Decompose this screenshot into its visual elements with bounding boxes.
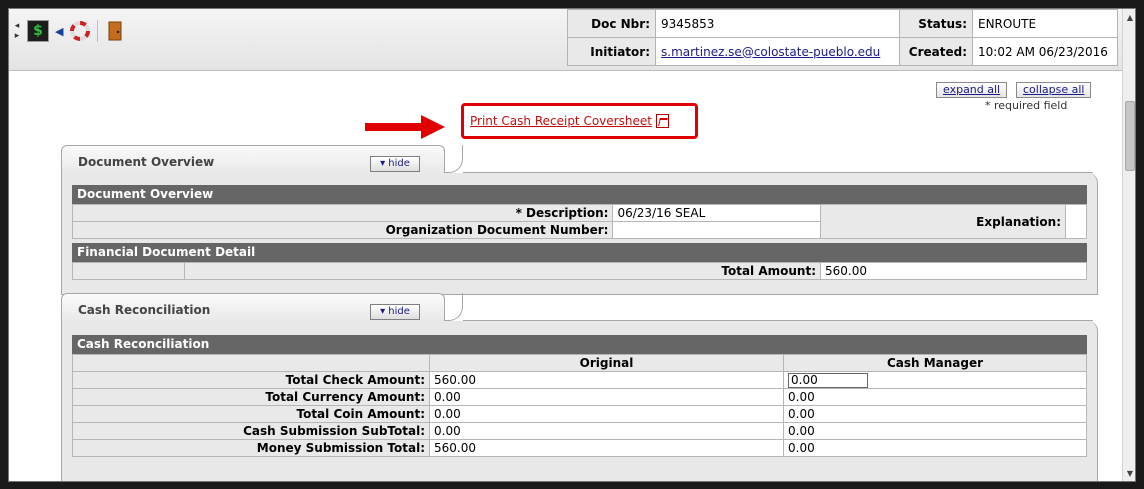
cash-recon-header-blank (72, 354, 430, 372)
financial-document-detail-header: Financial Document Detail (72, 243, 1087, 262)
print-coversheet-link[interactable]: Print Cash Receipt Coversheet (470, 114, 652, 128)
row-original: 560.00 (429, 439, 784, 457)
document-overview-table: * Description: 06/23/16 SEAL Explanation… (71, 204, 1087, 239)
description-value: 06/23/16 SEAL (612, 204, 822, 222)
row-label: Total Currency Amount: (72, 388, 430, 406)
financial-detail-table: Total Amount: 560.00 (72, 262, 1087, 280)
created-label: Created: (899, 37, 973, 66)
org-doc-number-label: Organization Document Number: (71, 221, 614, 239)
scroll-thumb[interactable] (1125, 101, 1135, 171)
row-label: Total Check Amount: (72, 371, 430, 389)
initiator-label: Initiator: (567, 37, 656, 66)
doc-nbr-value: 9345853 (655, 9, 900, 38)
toolbar: ◂ ▸ $ ◀ (13, 17, 126, 45)
initiator-link-cell: s.martinez.se@colostate-pueblo.edu (655, 37, 900, 66)
print-coversheet-highlight: Print Cash Receipt Coversheet (461, 103, 698, 139)
row-cash-manager-cell (783, 371, 1087, 389)
pdf-icon[interactable] (655, 114, 669, 128)
row-cash-manager: 0.00 (783, 388, 1087, 406)
application-window: ◂ ▸ $ ◀ Doc Nbr: 9345853 Status: ENROUTE … (8, 8, 1136, 482)
table-row: Money Submission Total: 560.00 0.00 (72, 439, 1087, 457)
row-label: Money Submission Total: (72, 439, 430, 457)
row-cash-manager: 0.00 (783, 422, 1087, 440)
col-cash-manager-header: Cash Manager (783, 354, 1087, 372)
table-row: Total Check Amount: 560.00 (72, 371, 1087, 389)
cash-reconciliation-table: Original Cash Manager Total Check Amount… (72, 354, 1087, 457)
tab-document-overview-title: Document Overview (78, 155, 215, 169)
initiator-link[interactable]: s.martinez.se@colostate-pueblo.edu (661, 45, 880, 59)
document-overview-section-header: Document Overview (72, 185, 1087, 204)
toolbar-separator (97, 20, 98, 42)
scroll-up-icon[interactable]: ▲ (1123, 9, 1135, 27)
row-cash-manager: 0.00 (783, 405, 1087, 423)
explanation-value (1065, 204, 1087, 239)
row-original: 0.00 (429, 422, 784, 440)
table-row: Total Currency Amount: 0.00 0.00 (72, 388, 1087, 406)
required-field-note: * required field (985, 99, 1068, 112)
doc-nbr-label: Doc Nbr: (567, 9, 656, 38)
document-header-bar: ◂ ▸ $ ◀ Doc Nbr: 9345853 Status: ENROUTE … (9, 9, 1122, 71)
expand-all-button[interactable]: expand all (936, 82, 1008, 98)
row-original: 0.00 (429, 405, 784, 423)
red-arrow-icon (365, 115, 445, 139)
row-label: Cash Submission SubTotal: (72, 422, 430, 440)
arrows-icon[interactable]: ◂ ▸ (13, 21, 21, 41)
collapse-all-button[interactable]: collapse all (1016, 82, 1092, 98)
row-label: Total Coin Amount: (72, 405, 430, 423)
col-original-header: Original (429, 354, 784, 372)
total-amount-value: 560.00 (820, 262, 1087, 280)
table-row: Total Coin Amount: 0.00 0.00 (72, 405, 1087, 423)
exit-door-icon[interactable] (104, 20, 126, 42)
status-label: Status: (899, 9, 973, 38)
tab-cash-reconciliation: Cash Reconciliation ▾ hide (61, 293, 445, 321)
explanation-label: Explanation: (820, 204, 1066, 239)
vertical-scrollbar[interactable]: ▲ ▼ (1122, 9, 1135, 481)
tab-cash-reconciliation-title: Cash Reconciliation (78, 303, 211, 317)
description-label: * Description: (71, 204, 614, 222)
status-value: ENROUTE (972, 9, 1118, 38)
tab-curve (445, 145, 463, 173)
total-check-cash-manager-input[interactable] (788, 372, 868, 388)
cash-reconciliation-hide-button[interactable]: ▾ hide (370, 304, 420, 320)
row-original: 560.00 (429, 371, 784, 389)
tab-document-overview: Document Overview ▾ hide (61, 145, 445, 173)
row-cash-manager: 0.00 (783, 439, 1087, 457)
cash-reconciliation-section-header: Cash Reconciliation (72, 335, 1087, 354)
document-overview-hide-button[interactable]: ▾ hide (370, 156, 420, 172)
document-info-table: Doc Nbr: 9345853 Status: ENROUTE Initiat… (567, 9, 1118, 66)
help-lifebuoy-icon[interactable] (69, 20, 91, 42)
scroll-down-icon[interactable]: ▼ (1123, 465, 1135, 481)
created-value: 10:02 AM 06/23/2016 (972, 37, 1118, 66)
table-row: Cash Submission SubTotal: 0.00 0.00 (72, 422, 1087, 440)
financial-blank-cell (72, 262, 185, 280)
org-doc-number-value (612, 221, 822, 239)
tab-curve (445, 293, 463, 321)
dollar-icon[interactable]: $ (27, 20, 49, 42)
total-amount-label: Total Amount: (184, 262, 821, 280)
row-original: 0.00 (429, 388, 784, 406)
back-arrow-icon[interactable]: ◀ (55, 25, 63, 38)
